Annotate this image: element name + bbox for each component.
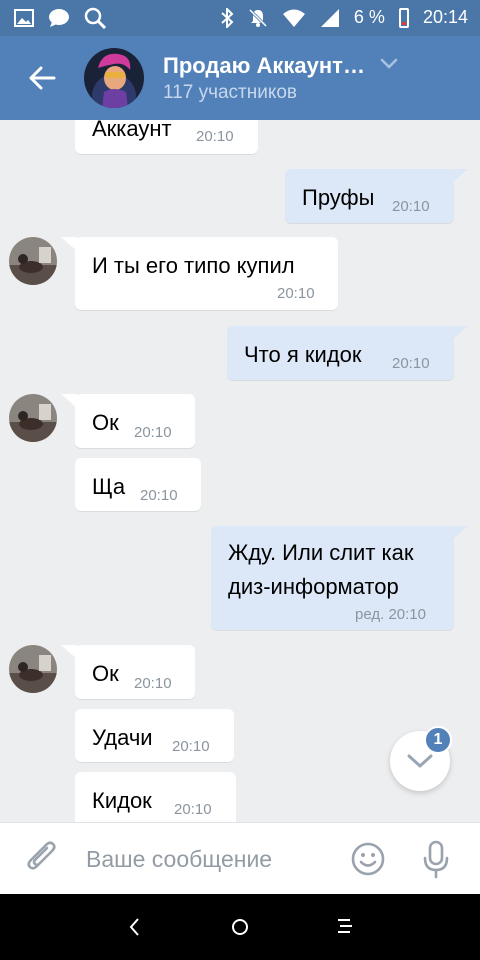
emoji-button[interactable]: [350, 841, 386, 882]
battery-percent: 6 %: [353, 7, 385, 27]
bubble-tail: [452, 526, 468, 540]
message-bubble[interactable]: И ты его типо купил 20:10: [75, 237, 338, 310]
system-nav-bar: [0, 894, 480, 960]
message-text: Удачи: [92, 725, 153, 750]
chat-title[interactable]: Продаю Аккаунт…: [163, 53, 365, 79]
nav-back-icon[interactable]: [126, 914, 142, 940]
back-button[interactable]: [22, 58, 62, 98]
chat-header: Продаю Аккаунт… 117 участников: [0, 36, 480, 120]
message-time: 20:10: [134, 424, 172, 441]
message-bubble[interactable]: Пруфы 20:10: [285, 169, 454, 223]
status-bar: 6 % 20:14: [0, 0, 480, 36]
message-text: Ща: [92, 474, 126, 499]
message-time: 20:10: [134, 675, 172, 692]
chevron-down-icon[interactable]: [380, 58, 398, 70]
sender-avatar[interactable]: [9, 237, 57, 285]
message-bubble[interactable]: Ок 20:10: [75, 394, 195, 448]
message-time: 20:10: [196, 128, 234, 145]
message-icon: [49, 9, 69, 27]
sender-avatar[interactable]: [9, 645, 57, 693]
battery-icon: [398, 7, 409, 28]
bubble-tail: [452, 326, 468, 340]
arrow-left-icon: [29, 66, 56, 90]
message-input[interactable]: [86, 841, 336, 877]
image-icon: [14, 9, 34, 27]
attach-button[interactable]: [22, 839, 62, 884]
clock: 20:14: [422, 7, 468, 27]
chat-avatar[interactable]: [84, 48, 144, 108]
message-time: 20:10: [174, 801, 212, 818]
wifi-icon: [282, 9, 305, 27]
paperclip-icon: [27, 841, 56, 870]
message-time-edited: ред. 20:10: [355, 606, 426, 623]
unread-badge: 1: [424, 726, 452, 754]
message-text: И ты его типо купил: [92, 253, 295, 278]
message-time: 20:10: [140, 487, 178, 504]
bluetooth-icon: [221, 7, 234, 28]
message-bubble[interactable]: Ок 20:10: [75, 645, 195, 699]
message-composer: [0, 822, 480, 894]
message-text: Аккаунт: [92, 120, 172, 141]
message-text: Что я кидок: [244, 342, 362, 367]
mute-icon: [248, 8, 267, 27]
signal-icon: [320, 8, 339, 27]
search-icon: [84, 7, 106, 29]
nav-home-icon[interactable]: [230, 917, 250, 937]
message-bubble[interactable]: Удачи 20:10: [75, 709, 234, 762]
message-bubble[interactable]: Жду. Или слит как диз-информатор ред. 20…: [211, 526, 454, 630]
message-text: Кидок: [92, 788, 152, 813]
message-time: 20:10: [392, 198, 430, 215]
mic-button[interactable]: [420, 839, 452, 884]
microphone-icon: [423, 840, 449, 879]
chevron-down-icon: [407, 754, 433, 768]
message-text: Ок: [92, 661, 119, 686]
message-time: 20:10: [277, 285, 315, 302]
message-text-line: диз-информатор: [228, 574, 399, 599]
chat-member-count: 117 участников: [163, 82, 298, 103]
message-text: Ок: [92, 410, 119, 435]
message-text: Пруфы: [302, 185, 375, 210]
message-bubble[interactable]: Что я кидок 20:10: [227, 326, 454, 380]
message-bubble[interactable]: Ща 20:10: [75, 458, 201, 511]
message-bubble[interactable]: Аккаунт 20:10: [75, 120, 258, 154]
sender-avatar[interactable]: [9, 394, 57, 442]
bubble-tail: [452, 169, 468, 183]
message-time: 20:10: [172, 738, 210, 755]
message-text-line: Жду. Или слит как: [228, 540, 414, 565]
message-list[interactable]: Аккаунт 20:10 Пруфы 20:10 И ты его типо …: [0, 120, 480, 822]
nav-recent-icon[interactable]: [336, 916, 354, 936]
message-time: 20:10: [392, 355, 430, 372]
smile-icon: [351, 842, 385, 876]
message-bubble[interactable]: Кидок 20:10: [75, 772, 236, 822]
